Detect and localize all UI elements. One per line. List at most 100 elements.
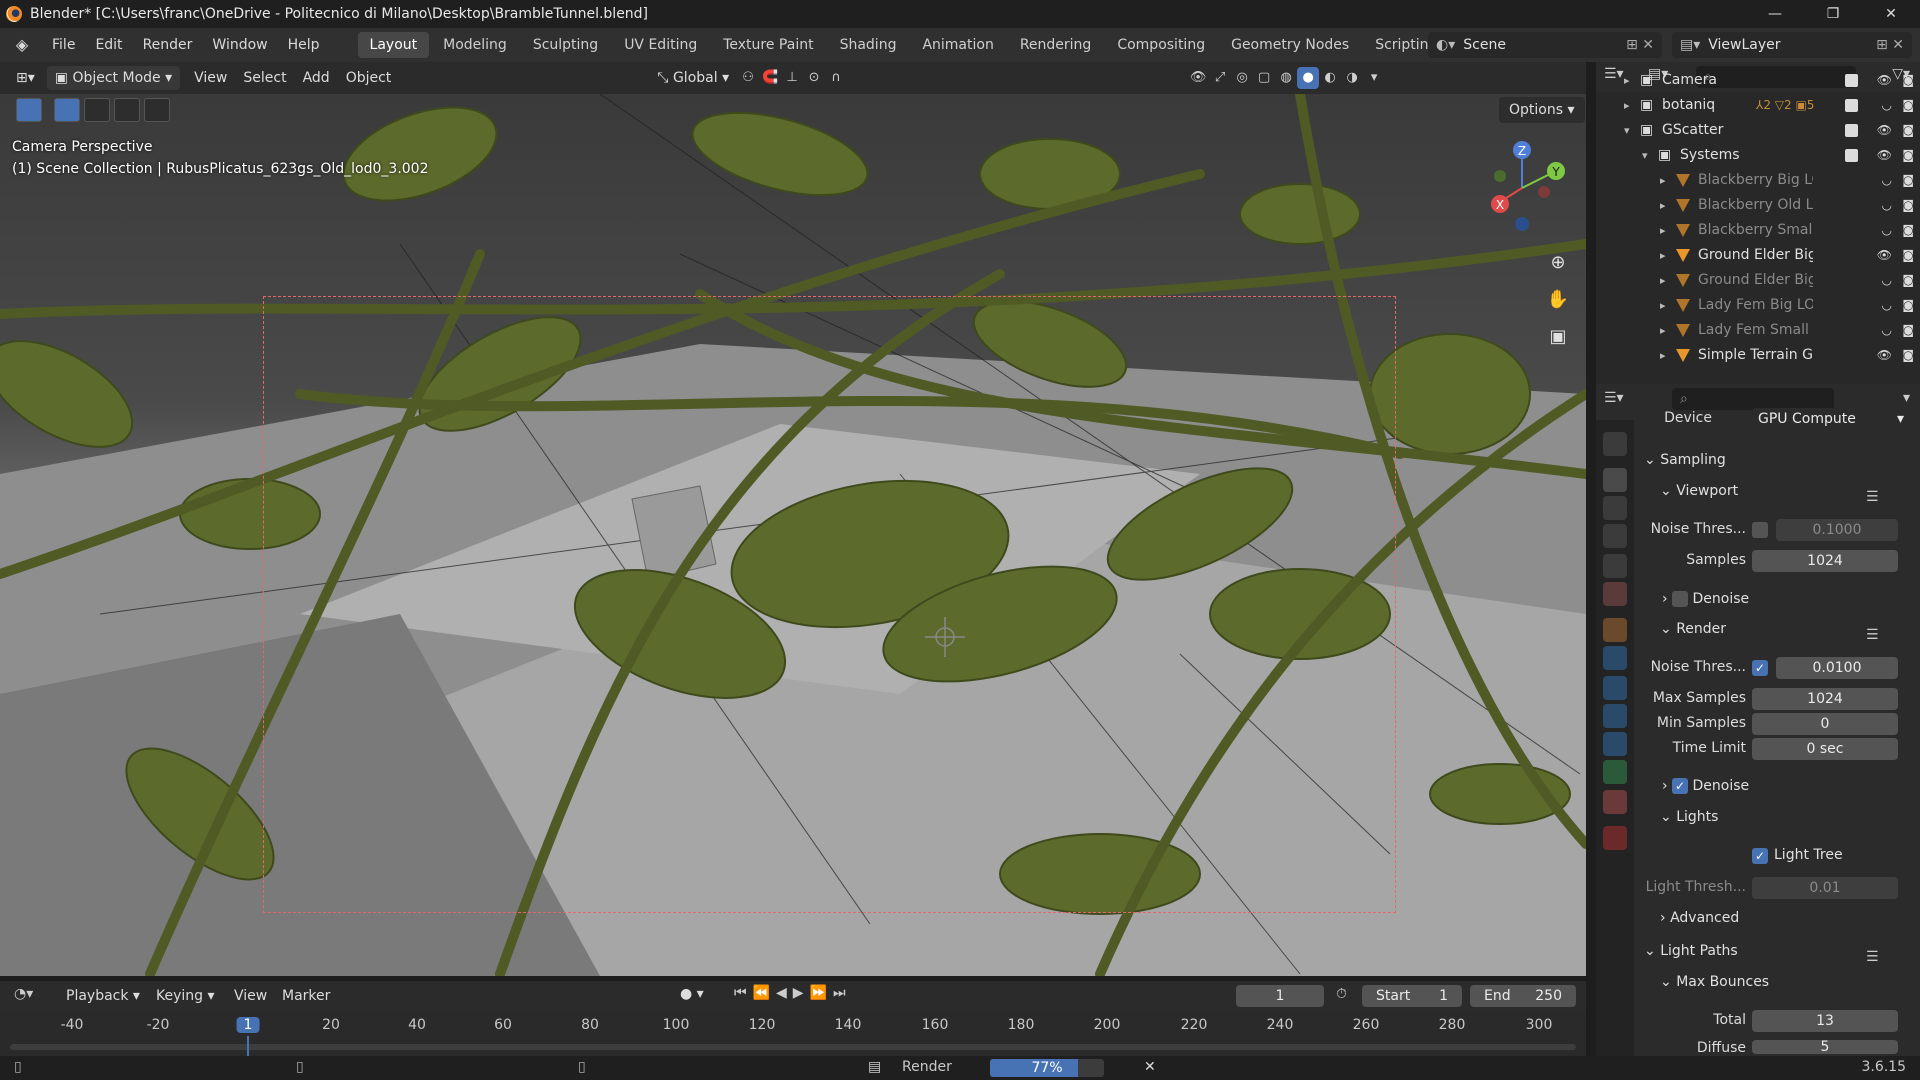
vp-samples-field[interactable]: 1024	[1752, 550, 1898, 572]
playhead-line[interactable]	[247, 1036, 249, 1056]
visibility-eye-icon[interactable]: ◡	[1882, 193, 1892, 218]
light-paths-section[interactable]: ⌄ Light Paths	[1644, 943, 1738, 959]
expand-arrow-icon[interactable]: ▸	[1660, 318, 1666, 343]
visibility-icon[interactable]: 👁	[1187, 67, 1209, 89]
sampling-section[interactable]: ⌄ Sampling	[1644, 452, 1726, 468]
visibility-eye-icon[interactable]: 👁	[1877, 143, 1892, 168]
shading-options-icon[interactable]: ▾	[1363, 67, 1385, 89]
expand-arrow-icon[interactable]: ▸	[1660, 293, 1666, 318]
view-layer-tab-icon[interactable]	[1603, 524, 1627, 548]
render-presets-icon[interactable]: ☰	[1866, 627, 1879, 643]
select-new-icon[interactable]	[54, 98, 80, 122]
material-tab-icon[interactable]	[1603, 790, 1627, 814]
menu-help[interactable]: Help	[278, 28, 330, 62]
outliner-row[interactable]: ▸ ▣ Camera 👁 ◙	[1596, 68, 1920, 93]
viewlayer-selector[interactable]: ▤▾ ViewLayer ⊞ ✕	[1672, 32, 1912, 58]
outliner-row[interactable]: ▸ Blackberry Small I ◡ ◙	[1596, 218, 1920, 243]
tab-layout[interactable]: Layout	[357, 32, 430, 58]
properties-search-input[interactable]: ⌕	[1672, 388, 1834, 410]
tab-texture-paint[interactable]: Texture Paint	[711, 32, 825, 58]
render-tab-icon[interactable]	[1603, 468, 1627, 492]
expand-arrow-icon[interactable]: ▸	[1660, 218, 1666, 243]
properties-options-icon[interactable]: ▾	[1903, 390, 1910, 406]
vp-denoise-checkbox[interactable]	[1672, 591, 1689, 607]
menu-edit[interactable]: Edit	[85, 28, 132, 62]
advanced-subsection[interactable]: › Advanced	[1660, 910, 1739, 926]
proportional-edit-icon[interactable]: ⊙	[803, 67, 825, 89]
material-shading-icon[interactable]: ◐	[1319, 67, 1341, 89]
expand-arrow-icon[interactable]: ▾	[1624, 118, 1630, 143]
outliner-row[interactable]: ▸ Ground Elder Big I 👁 ◙	[1596, 243, 1920, 268]
tab-modeling[interactable]: Modeling	[431, 32, 519, 58]
solid-shading-icon[interactable]: ●	[1297, 67, 1320, 89]
tool-tab-icon[interactable]	[1603, 432, 1627, 456]
expand-arrow-icon[interactable]: ▸	[1660, 193, 1666, 218]
blender-menu-icon[interactable]: ◈	[12, 36, 32, 54]
gizmo-x-label[interactable]: X	[1496, 198, 1504, 212]
world-tab-icon[interactable]	[1603, 582, 1627, 606]
render-camera-icon[interactable]: ◙	[1902, 118, 1914, 143]
visibility-eye-icon[interactable]: ◡	[1882, 268, 1892, 293]
current-frame-field[interactable]: 1	[1236, 985, 1324, 1007]
exclude-checkbox[interactable]	[1845, 124, 1858, 137]
select-subtract-icon[interactable]	[114, 98, 140, 122]
r-noise-threshold-field[interactable]: 0.0100	[1776, 657, 1898, 679]
navigation-gizmo[interactable]: Z Y X	[1478, 136, 1568, 236]
visibility-eye-icon[interactable]: ◡	[1882, 318, 1892, 343]
viewlayer-actions-icon[interactable]: ⊞ ✕	[1876, 37, 1904, 53]
playback-menu[interactable]: Playback ▾	[58, 984, 148, 1008]
marker-menu[interactable]: Marker	[274, 984, 338, 1008]
visibility-eye-icon[interactable]: 👁	[1877, 243, 1892, 268]
expand-arrow-icon[interactable]: ▸	[1660, 343, 1666, 368]
tab-animation[interactable]: Animation	[910, 32, 1005, 58]
r-denoise-checkbox[interactable]: ✓	[1672, 778, 1689, 794]
max-bounces-subsection[interactable]: ⌄ Max Bounces	[1660, 974, 1769, 990]
vp-noise-threshold-field[interactable]: 0.1000	[1776, 519, 1898, 541]
maximize-button[interactable]: ❐	[1804, 0, 1862, 28]
diffuse-bounces-field[interactable]: 5	[1752, 1040, 1898, 1054]
vp-denoise-subsection[interactable]: › Denoise	[1662, 591, 1749, 607]
r-denoise-subsection[interactable]: › ✓ Denoise	[1662, 778, 1749, 794]
wireframe-shading-icon[interactable]: ◍	[1275, 67, 1297, 89]
gizmo-toggle-icon[interactable]: ⤢	[1209, 67, 1231, 89]
object-tab-icon[interactable]	[1603, 618, 1627, 642]
particles-tab-icon[interactable]	[1603, 676, 1627, 700]
render-camera-icon[interactable]: ◙	[1902, 168, 1914, 193]
menu-render[interactable]: Render	[133, 28, 203, 62]
render-camera-icon[interactable]: ◙	[1902, 218, 1914, 243]
max-samples-field[interactable]: 1024	[1752, 688, 1898, 710]
constraints-tab-icon[interactable]	[1603, 732, 1627, 756]
r-noise-threshold-checkbox[interactable]: ✓	[1752, 660, 1768, 676]
minimize-button[interactable]: —	[1746, 0, 1804, 28]
vp-noise-threshold-checkbox[interactable]	[1752, 522, 1768, 538]
menu-add[interactable]: Add	[295, 66, 338, 90]
tab-shading[interactable]: Shading	[828, 32, 909, 58]
visibility-eye-icon[interactable]: 👁	[1877, 68, 1892, 93]
render-camera-icon[interactable]: ◙	[1902, 93, 1914, 118]
area-divider[interactable]	[1586, 62, 1596, 1056]
camera-view-icon[interactable]: ▣	[1544, 318, 1572, 355]
light-paths-presets-icon[interactable]: ☰	[1866, 949, 1879, 965]
keying-menu[interactable]: Keying ▾	[148, 984, 223, 1008]
outliner-row[interactable]: ▸ Lady Fem Small L ◡ ◙	[1596, 318, 1920, 343]
menu-file[interactable]: File	[42, 28, 85, 62]
render-camera-icon[interactable]: ◙	[1902, 318, 1914, 343]
tab-compositing[interactable]: Compositing	[1105, 32, 1217, 58]
device-select[interactable]: GPU Compute ▾	[1752, 408, 1908, 430]
expand-arrow-icon[interactable]: ▾	[1642, 143, 1648, 168]
exclude-checkbox[interactable]	[1845, 149, 1858, 162]
end-frame-field[interactable]: End 250	[1470, 985, 1576, 1007]
expand-arrow-icon[interactable]: ▸	[1660, 268, 1666, 293]
select-box-tool-icon[interactable]	[16, 98, 42, 122]
render-camera-icon[interactable]: ◙	[1902, 68, 1914, 93]
light-threshold-field[interactable]: 0.01	[1752, 877, 1898, 899]
options-button[interactable]: Options ▾	[1499, 97, 1585, 123]
playback-controls-icon[interactable]: ⏮⏪◀▶⏩⏭	[734, 985, 852, 1001]
outliner-row[interactable]: ▾ ▣ Systems 👁 ◙	[1596, 143, 1920, 168]
gizmo-z-label[interactable]: Z	[1518, 144, 1526, 158]
expand-arrow-icon[interactable]: ▸	[1660, 243, 1666, 268]
snap-target-icon[interactable]: ⊥	[781, 67, 803, 89]
data-tab-icon[interactable]	[1603, 760, 1627, 784]
render-camera-icon[interactable]: ◙	[1902, 343, 1914, 368]
gizmo-y-label[interactable]: Y	[1551, 165, 1560, 179]
